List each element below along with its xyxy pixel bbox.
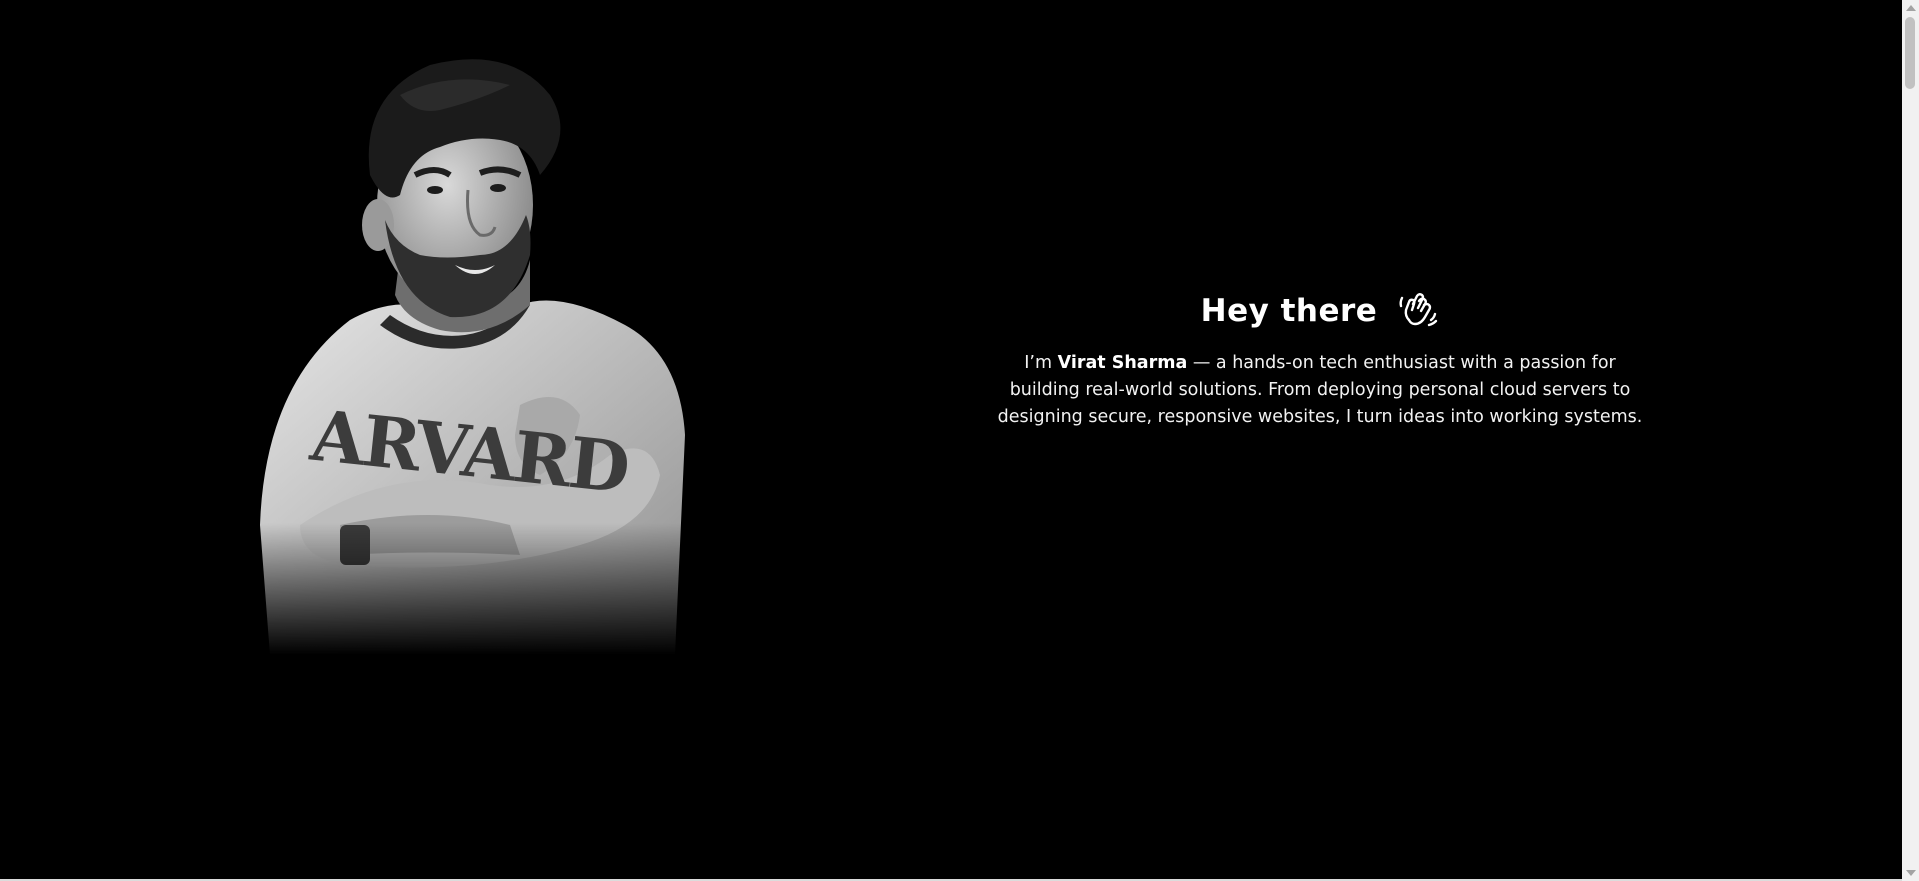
greeting-heading: Hey there xyxy=(1200,293,1378,329)
scroll-down-arrow-icon[interactable] xyxy=(1906,870,1916,876)
intro-paragraph: I’m Virat Sharma — a hands-on tech enthu… xyxy=(990,350,1650,431)
profile-photo: ARVARD xyxy=(230,55,700,655)
greeting-row: Hey there xyxy=(990,290,1650,332)
scroll-up-arrow-icon[interactable] xyxy=(1906,5,1916,11)
intro-prefix: I’m xyxy=(1024,353,1058,373)
waving-hand-icon xyxy=(1397,290,1439,332)
vertical-scrollbar[interactable] xyxy=(1902,0,1919,881)
author-name: Virat Sharma xyxy=(1057,353,1188,373)
scrollbar-thumb[interactable] xyxy=(1905,17,1915,89)
page: ARVARD Hey there I’m Virat Sharma — a ha… xyxy=(0,0,1919,881)
hero-intro: Hey there I’m Virat Sharma — a hands-on … xyxy=(990,290,1650,431)
